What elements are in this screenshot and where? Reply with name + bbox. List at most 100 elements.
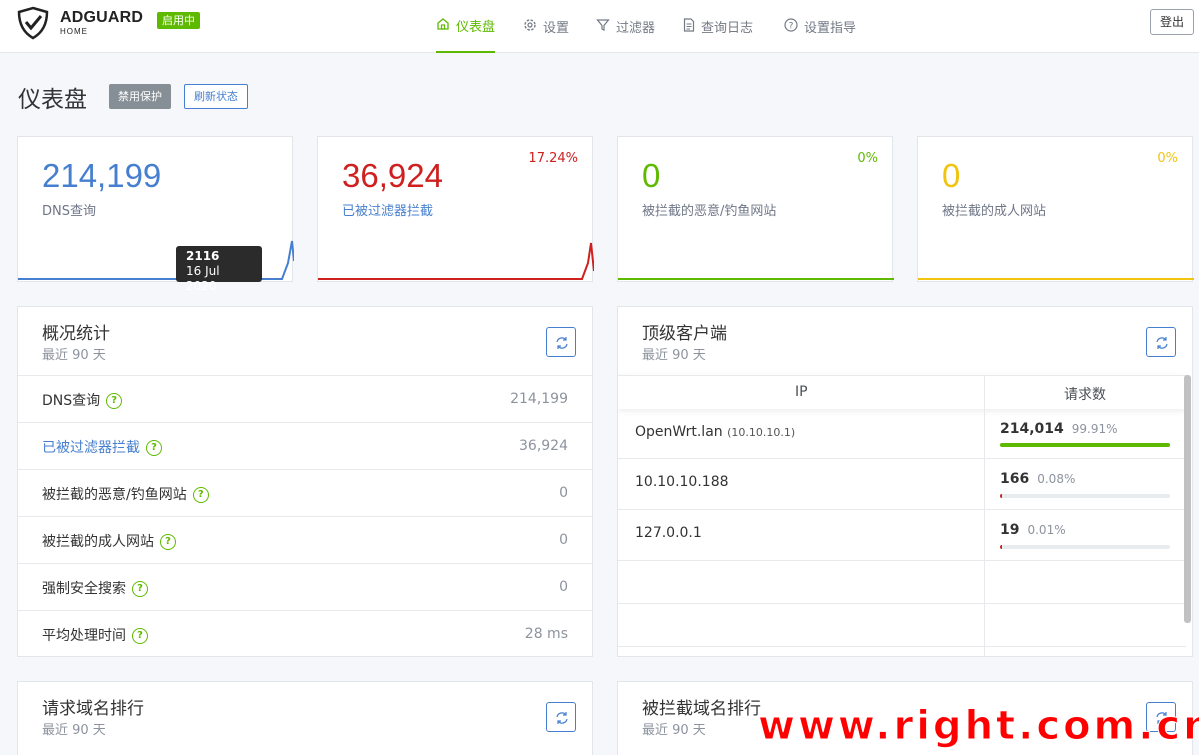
general-stats-panel: 概况统计 最近 90 天 DNS查询? 214,199 已被过滤器拦截? 36,… bbox=[17, 306, 593, 657]
panel-title: 概况统计 bbox=[42, 324, 110, 344]
nav-label: 仪表盘 bbox=[456, 20, 496, 35]
top-clients-panel: 顶级客户端 最近 90 天 IP 请求数 OpenWrt.lan (10.10.… bbox=[617, 306, 1193, 657]
panel-subtitle: 最近 90 天 bbox=[42, 348, 106, 363]
table-row[interactable]: OpenWrt.lan (10.10.10.1) 214,014 99.91% bbox=[618, 409, 1186, 459]
malware-blocked-card: 0 被拦截的恶意/钓鱼网站 0% bbox=[617, 136, 894, 282]
clients-table-header: IP 请求数 bbox=[618, 375, 1186, 409]
stat-name: 被拦截的恶意/钓鱼网站? bbox=[42, 484, 209, 504]
card-percent: 0% bbox=[857, 151, 878, 166]
nav-label: 设置指导 bbox=[804, 21, 857, 36]
nav-label: 查询日志 bbox=[701, 21, 754, 36]
column-header-requests[interactable]: 请求数 bbox=[1064, 384, 1106, 404]
refresh-stats-button[interactable] bbox=[546, 327, 576, 357]
stat-name[interactable]: 已被过滤器拦截? bbox=[42, 437, 162, 457]
card-value: 0 bbox=[642, 157, 661, 194]
page-title: 仪表盘 bbox=[18, 87, 87, 113]
protection-status-badge: 启用中 bbox=[157, 12, 200, 29]
adguard-shield-logo[interactable] bbox=[16, 6, 50, 40]
nav-label: 过滤器 bbox=[616, 21, 656, 36]
blocked-by-filters-card: 36,924 已被过滤器拦截 17.24% bbox=[317, 136, 594, 282]
card-label: 被拦截的恶意/钓鱼网站 bbox=[642, 204, 777, 219]
refresh-clients-button[interactable] bbox=[1146, 327, 1176, 357]
top-header: ADGUARD HOME 启用中 仪表盘 设置 过滤器 查询日志 ? 设置指导 … bbox=[0, 0, 1199, 53]
stat-value: 28 ms bbox=[524, 626, 568, 642]
stat-value: 0 bbox=[559, 579, 568, 595]
client-count: 19 0.01% bbox=[1000, 522, 1066, 538]
stat-value: 0 bbox=[559, 532, 568, 548]
client-name[interactable]: 10.10.10.188 bbox=[635, 474, 729, 490]
blocked-sparkline bbox=[318, 242, 594, 280]
card-value: 36,924 bbox=[342, 157, 443, 194]
card-value: 214,199 bbox=[42, 157, 162, 194]
stat-row-safe-search: 强制安全搜索? 0 bbox=[18, 563, 592, 610]
help-icon[interactable]: ? bbox=[106, 393, 123, 409]
table-scrollbar[interactable] bbox=[1184, 375, 1191, 623]
help-icon[interactable]: ? bbox=[146, 440, 162, 456]
stat-value: 214,199 bbox=[510, 391, 568, 407]
help-icon[interactable]: ? bbox=[132, 628, 148, 644]
gear-icon bbox=[523, 18, 537, 36]
help-icon[interactable]: ? bbox=[192, 487, 209, 503]
client-bar-fill bbox=[1000, 443, 1170, 447]
client-progress-bar bbox=[1000, 443, 1170, 447]
help-icon: ? bbox=[784, 17, 798, 36]
nav-dashboard[interactable]: 仪表盘 bbox=[436, 0, 496, 53]
help-icon[interactable]: ? bbox=[160, 534, 176, 550]
stat-name: DNS查询? bbox=[42, 390, 123, 410]
adult-sparkline bbox=[918, 278, 1194, 280]
table-row[interactable]: 127.0.0.1 19 0.01% bbox=[618, 510, 1186, 561]
adult-blocked-card: 0 被拦截的成人网站 0% bbox=[917, 136, 1194, 282]
tooltip-date: 16 Jul 2020 bbox=[186, 264, 220, 293]
watermark-text: www.right.com.cn bbox=[758, 703, 1199, 750]
card-label: 被拦截的成人网站 bbox=[942, 204, 1047, 219]
tooltip-value: 2116 bbox=[186, 249, 220, 263]
nav-setup-guide[interactable]: ? 设置指导 bbox=[784, 0, 856, 53]
client-name[interactable]: 127.0.0.1 bbox=[635, 525, 702, 541]
disable-protection-button[interactable]: 禁用保护 bbox=[109, 84, 171, 109]
client-bar-fill bbox=[1000, 494, 1002, 498]
stat-row-avg-time: 平均处理时间? 28 ms bbox=[18, 610, 592, 657]
client-name[interactable]: OpenWrt.lan (10.10.10.1) bbox=[635, 424, 795, 440]
home-icon bbox=[436, 17, 450, 35]
svg-text:?: ? bbox=[789, 21, 794, 31]
client-progress-bar bbox=[1000, 545, 1170, 549]
panel-title: 顶级客户端 bbox=[642, 324, 727, 344]
column-header-ip[interactable]: IP bbox=[795, 384, 808, 400]
client-bar-fill bbox=[1000, 545, 1002, 549]
panel-title: 请求域名排行 bbox=[42, 699, 144, 719]
table-row[interactable]: 10.10.10.188 166 0.08% bbox=[618, 459, 1186, 510]
card-percent: 17.24% bbox=[528, 151, 578, 166]
table-row-empty bbox=[618, 604, 1186, 647]
refresh-icon bbox=[1156, 337, 1168, 349]
refresh-icon bbox=[556, 337, 568, 349]
card-percent: 0% bbox=[1157, 151, 1178, 166]
client-progress-bar bbox=[1000, 494, 1170, 498]
nav-query-log[interactable]: 查询日志 bbox=[683, 0, 753, 53]
stat-row-dns-queries: DNS查询? 214,199 bbox=[18, 375, 592, 422]
brand-name: ADGUARD bbox=[60, 9, 144, 26]
card-label[interactable]: 已被过滤器拦截 bbox=[342, 200, 433, 219]
stat-row-blocked-filters: 已被过滤器拦截? 36,924 bbox=[18, 422, 592, 469]
stat-row-malware: 被拦截的恶意/钓鱼网站? 0 bbox=[18, 469, 592, 516]
refresh-domains-button[interactable] bbox=[546, 702, 576, 732]
panel-subtitle: 最近 90 天 bbox=[42, 723, 106, 738]
chart-tooltip: 2116 16 Jul 2020 bbox=[176, 246, 262, 293]
logout-button[interactable]: 登出 bbox=[1150, 9, 1194, 35]
help-icon[interactable]: ? bbox=[132, 581, 148, 597]
client-count: 166 0.08% bbox=[1000, 471, 1076, 487]
stat-row-adult: 被拦截的成人网站? 0 bbox=[18, 516, 592, 563]
stat-name: 平均处理时间? bbox=[42, 625, 148, 645]
refresh-status-button[interactable]: 刷新状态 bbox=[184, 84, 248, 109]
card-label: DNS查询 bbox=[42, 204, 96, 219]
nav-filters[interactable]: 过滤器 bbox=[596, 0, 655, 53]
nav-settings[interactable]: 设置 bbox=[523, 0, 569, 53]
filter-icon bbox=[596, 18, 610, 36]
nav-label: 设置 bbox=[543, 21, 570, 36]
panel-title: 被拦截域名排行 bbox=[642, 699, 761, 719]
stat-name: 被拦截的成人网站? bbox=[42, 531, 176, 551]
document-icon bbox=[683, 17, 695, 36]
client-count: 214,014 99.91% bbox=[1000, 421, 1118, 437]
stat-value: 0 bbox=[559, 485, 568, 501]
malware-sparkline bbox=[618, 278, 894, 280]
top-queried-domains-panel: 请求域名排行 最近 90 天 bbox=[17, 681, 593, 755]
